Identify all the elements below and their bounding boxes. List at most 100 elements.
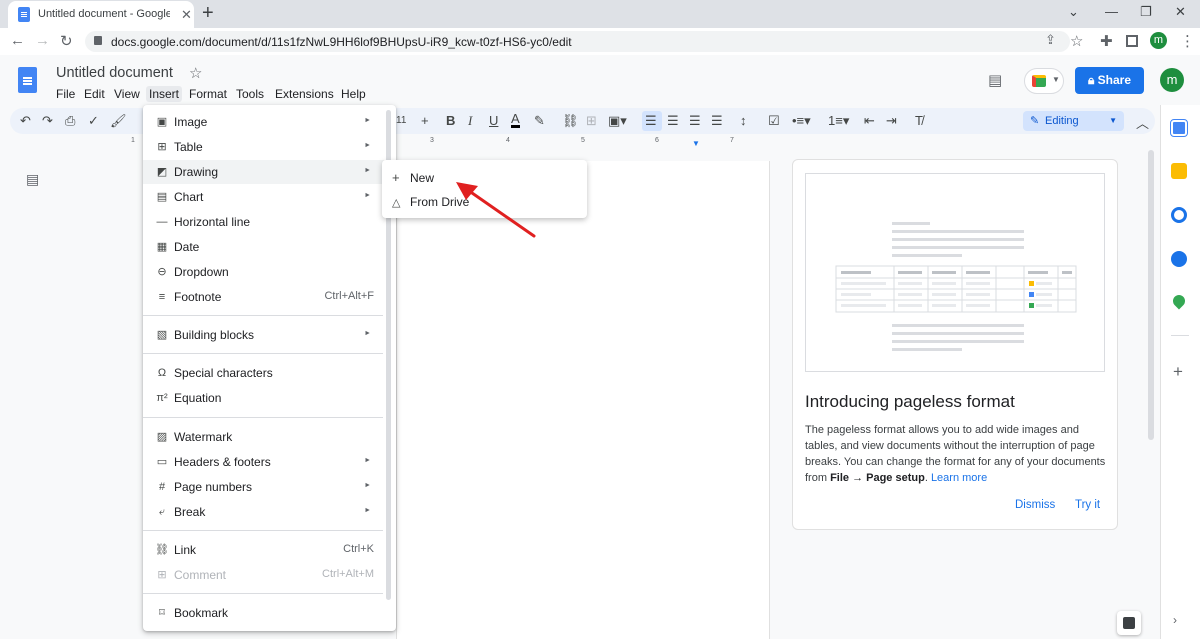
calendar-icon[interactable] — [1170, 119, 1188, 137]
break-icon: ⤶ — [158, 506, 166, 518]
justify-icon[interactable]: ☰ — [711, 113, 723, 129]
redo-icon[interactable]: ↷ — [42, 113, 53, 129]
document-scrollbar[interactable] — [1148, 150, 1154, 440]
drawing-submenu-item-new[interactable]: + New — [392, 170, 434, 185]
learn-more-link[interactable]: Learn more — [931, 472, 987, 484]
print-icon[interactable]: ⎙ — [65, 113, 75, 129]
insert-menu-item-equation[interactable]: π² Equation — [143, 386, 388, 410]
editing-mode-dropdown[interactable]: ✎ Editing ▼ — [1023, 111, 1124, 131]
align-center-icon[interactable]: ☰ — [667, 113, 679, 129]
insert-menu-item-drawing[interactable]: ◩ Drawing ► — [143, 160, 388, 184]
menu-file[interactable]: File — [56, 87, 75, 101]
insert-menu-item-table[interactable]: ⊞ Table ► — [143, 135, 388, 159]
insert-image-icon[interactable]: ▣▾ — [608, 113, 627, 129]
bulleted-list-icon[interactable]: •≡▾ — [792, 113, 811, 129]
profile-avatar[interactable]: m — [1150, 32, 1167, 49]
align-right-icon[interactable]: ☰ — [689, 113, 701, 129]
menu-view[interactable]: View — [114, 87, 140, 101]
insert-menu-item-break[interactable]: ⤶ Break ► — [143, 500, 388, 524]
insert-menu-item-chart[interactable]: ▤ Chart ► — [143, 185, 388, 209]
explore-button[interactable] — [1117, 611, 1141, 635]
try-it-button[interactable]: Try it — [1075, 499, 1100, 511]
ruler-mark: 5 — [581, 137, 585, 144]
tasks-icon[interactable] — [1171, 207, 1187, 223]
paint-format-icon[interactable]: 🖌︎ — [110, 113, 127, 129]
insert-link-icon[interactable]: ⛓︎ — [562, 113, 579, 129]
increase-font-size-icon[interactable]: + — [421, 113, 429, 128]
clear-formatting-icon[interactable]: T̸ — [915, 113, 923, 128]
menu-edit[interactable]: Edit — [84, 87, 105, 101]
insert-menu-item-special-characters[interactable]: Ω Special characters — [143, 361, 388, 385]
tab-search-icon[interactable]: ⌄ — [1068, 4, 1079, 20]
dismiss-button[interactable]: Dismiss — [1015, 499, 1055, 511]
italic-icon[interactable]: I — [468, 113, 472, 129]
close-tab-icon[interactable]: ✕ — [181, 7, 192, 23]
share-button[interactable]: 🔒︎ Share — [1075, 67, 1144, 94]
forward-icon[interactable]: → — [35, 32, 50, 49]
insert-menu-item-headers-footers[interactable]: ▭ Headers & footers ► — [143, 450, 388, 474]
insert-menu-item-page-numbers[interactable]: # Page numbers ► — [143, 475, 388, 499]
side-panel-icon[interactable] — [1126, 35, 1138, 47]
browser-tab[interactable]: Untitled document - Google Doc ✕ — [8, 1, 194, 28]
bookmark-star-icon[interactable]: ☆ — [1070, 32, 1083, 50]
minimize-icon[interactable]: — — [1105, 4, 1118, 19]
undo-icon[interactable]: ↶ — [20, 113, 31, 129]
insert-menu-item-bookmark[interactable]: ⌑ Bookmark — [143, 601, 388, 625]
align-left-icon[interactable]: ☰ — [645, 113, 657, 129]
underline-icon[interactable]: U — [489, 113, 498, 128]
browser-menu-icon[interactable]: ⋮ — [1180, 32, 1195, 50]
extensions-icon[interactable]: ✚ — [1100, 32, 1113, 50]
show-side-panel-icon[interactable]: › — [1173, 613, 1177, 627]
comment-history-icon[interactable]: ▤ — [988, 71, 1002, 89]
insert-menu-item-footnote[interactable]: ≡ Footnote Ctrl+Alt+F — [143, 285, 388, 309]
restore-icon[interactable]: ❐ — [1140, 4, 1152, 20]
highlight-icon[interactable]: ✎ — [534, 113, 545, 129]
menu-help[interactable]: Help — [341, 87, 366, 101]
menu-extensions[interactable]: Extensions — [275, 87, 334, 101]
numbered-list-icon[interactable]: 1≡▾ — [828, 113, 849, 129]
font-size-field[interactable]: 11 — [396, 115, 406, 126]
add-comment-icon[interactable]: ⊞ — [586, 113, 597, 129]
checklist-icon[interactable]: ☑ — [768, 113, 780, 129]
menu-item-label: Watermark — [174, 430, 233, 444]
drive-icon: △ — [392, 197, 401, 209]
spellcheck-icon[interactable]: ✓ — [88, 113, 99, 129]
insert-menu-item-image[interactable]: ▣ Image ► — [143, 110, 388, 134]
insert-menu-item-building-blocks[interactable]: ▧ Building blocks ► — [143, 323, 388, 347]
insert-menu-item-comment[interactable]: ⊞ Comment Ctrl+Alt+M — [143, 563, 388, 587]
insert-menu-item-dropdown[interactable]: ⊖ Dropdown — [143, 260, 388, 284]
menu-insert[interactable]: Insert — [146, 86, 183, 102]
reload-icon[interactable]: ↻ — [60, 32, 73, 50]
menu-format[interactable]: Format — [189, 87, 227, 101]
meet-button[interactable]: ▼ — [1024, 68, 1064, 94]
insert-menu-item-link[interactable]: ⛓︎ Link Ctrl+K — [143, 538, 388, 562]
menu-tools[interactable]: Tools — [236, 87, 264, 101]
indent-marker-icon[interactable]: ▼ — [692, 139, 700, 148]
decrease-indent-icon[interactable]: ⇤ — [864, 113, 875, 129]
line-spacing-icon[interactable]: ↕ — [740, 113, 747, 128]
document-title[interactable]: Untitled document — [56, 65, 173, 81]
document-outline-icon[interactable]: ▤ — [26, 171, 39, 188]
share-page-icon[interactable]: ⇪ — [1045, 32, 1056, 48]
ruler-mark: 3 — [430, 137, 434, 144]
account-avatar[interactable]: m — [1160, 68, 1184, 92]
menu-item-label: Equation — [174, 391, 222, 405]
star-icon[interactable]: ☆ — [189, 64, 202, 82]
new-tab-icon[interactable]: + — [202, 2, 214, 25]
bold-icon[interactable]: B — [446, 113, 455, 128]
insert-menu-item-horizontal-line[interactable]: — Horizontal line — [143, 210, 388, 234]
get-addons-icon[interactable]: + — [1173, 362, 1183, 382]
submenu-arrow-icon: ► — [364, 330, 371, 337]
close-window-icon[interactable]: ✕ — [1175, 4, 1186, 20]
text-color-icon[interactable]: A — [511, 112, 520, 128]
dropdown-icon: ⊖ — [157, 266, 167, 278]
increase-indent-icon[interactable]: ⇥ — [886, 113, 897, 129]
url-text[interactable]: docs.google.com/document/d/11s1fzNwL9HH6… — [111, 35, 572, 49]
contacts-icon[interactable] — [1171, 251, 1187, 267]
docs-logo-icon[interactable] — [18, 67, 37, 93]
insert-menu-item-watermark[interactable]: ▨ Watermark — [143, 425, 388, 449]
keep-icon[interactable] — [1171, 163, 1187, 179]
insert-menu-item-date[interactable]: ▦ Date — [143, 235, 388, 259]
hide-menus-icon[interactable]: ︿ — [1136, 113, 1149, 132]
back-icon[interactable]: ← — [10, 32, 25, 49]
